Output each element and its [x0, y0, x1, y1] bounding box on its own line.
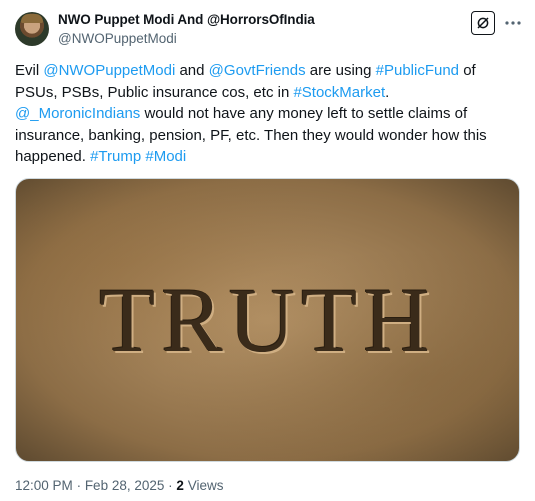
- views-label: Views: [187, 478, 224, 493]
- tweet-meta: 12:00 PM · Feb 28, 2025 · 2 Views: [15, 478, 223, 493]
- grok-icon[interactable]: [471, 11, 495, 35]
- tweet-image[interactable]: TRUTH: [15, 178, 520, 462]
- more-dots-icon: [505, 21, 521, 25]
- post-time[interactable]: 12:00 PM: [15, 478, 73, 493]
- hashtag-link[interactable]: #Modi: [145, 148, 186, 165]
- author-name[interactable]: NWO Puppet Modi And @HorrorsOfIndia: [58, 12, 315, 27]
- author-handle[interactable]: @NWOPuppetModi: [58, 31, 177, 46]
- hashtag-link[interactable]: #Trump: [90, 148, 141, 165]
- hashtag-link[interactable]: #PublicFund: [376, 62, 459, 79]
- separator: ·: [76, 478, 85, 493]
- post-date[interactable]: Feb 28, 2025: [85, 478, 165, 493]
- text-segment: and: [175, 62, 209, 79]
- mention-link[interactable]: @_MoronicIndians: [15, 105, 140, 122]
- mention-link[interactable]: @GovtFriends: [209, 62, 306, 79]
- hashtag-link[interactable]: #StockMarket: [293, 84, 385, 101]
- grok-glyph-icon: [477, 17, 489, 29]
- image-engraved-text: TRUTH: [99, 269, 436, 371]
- text-segment: .: [385, 83, 390, 101]
- views-count: 2: [176, 478, 184, 493]
- text-segment: are using: [305, 62, 376, 79]
- tweet: NWO Puppet Modi And @HorrorsOfIndia @NWO…: [0, 0, 535, 501]
- tweet-text: Evil @NWOPuppetModi and @GovtFriends are…: [15, 60, 520, 168]
- mention-link[interactable]: @NWOPuppetModi: [43, 62, 175, 79]
- more-icon[interactable]: [504, 14, 522, 32]
- avatar[interactable]: [15, 12, 49, 46]
- text-segment: Evil: [15, 62, 44, 79]
